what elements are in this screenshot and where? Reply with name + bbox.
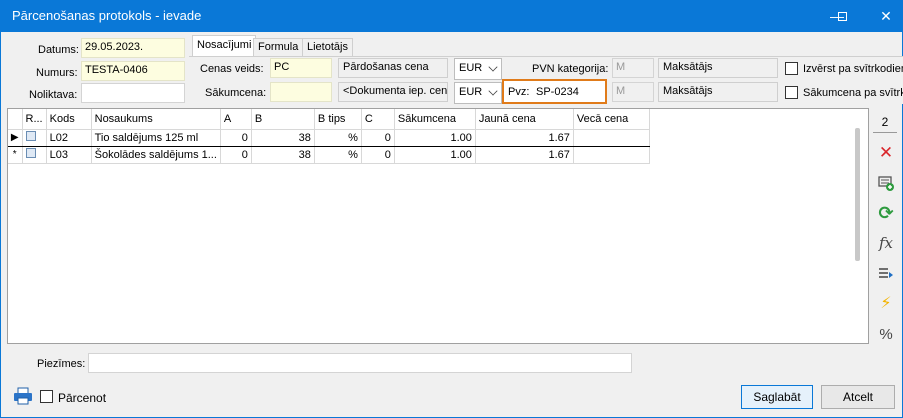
cell-a[interactable]: 0: [220, 128, 252, 147]
cell-name[interactable]: Šokolādes saldējums 1...: [91, 146, 221, 164]
cell-old-price[interactable]: [573, 128, 650, 147]
col-header-b-tips[interactable]: B tips: [314, 109, 362, 130]
vat-category-label: PVN kategorija:: [532, 63, 609, 75]
cell-b[interactable]: 38: [251, 146, 315, 164]
close-button[interactable]: ✕: [864, 0, 903, 32]
tab-lietotajs[interactable]: Lietotājs: [302, 38, 353, 57]
row-count: 2: [873, 115, 897, 133]
reprice-label: Pārcenot: [58, 391, 107, 405]
col-header-c[interactable]: C: [361, 109, 395, 130]
price-type-label: Cenas veids:: [200, 63, 264, 75]
reprice-checkbox[interactable]: [40, 390, 53, 403]
cell-code[interactable]: L02: [46, 128, 92, 147]
pvz-value[interactable]: SP-0234: [536, 86, 579, 98]
cell-b-type[interactable]: %: [314, 146, 362, 164]
col-header-a[interactable]: A: [220, 109, 252, 130]
cell-c[interactable]: 0: [361, 146, 395, 164]
cell-new-price[interactable]: 1.67: [475, 128, 574, 147]
cancel-button[interactable]: Atcelt: [821, 385, 895, 409]
add-document-icon[interactable]: [874, 172, 898, 194]
col-header-sakumcena[interactable]: Sākumcena: [394, 109, 476, 130]
pvz-label: Pvz:: [508, 86, 530, 98]
row-item-icon: [22, 128, 47, 147]
cell-b[interactable]: 38: [251, 128, 315, 147]
refresh-icon[interactable]: ⟳: [874, 202, 898, 224]
price-type-description: Pārdošanas cena: [338, 58, 448, 78]
cell-start-price[interactable]: 1.00: [394, 146, 476, 164]
delete-icon[interactable]: ✕: [874, 142, 898, 164]
window-title: Pārcenošanas protokols - ievade: [12, 8, 202, 23]
payer-1: Maksātājs: [658, 58, 778, 78]
maximize-button[interactable]: [820, 0, 864, 32]
number-label: Numurs:: [36, 67, 78, 79]
row-indicator: *: [8, 146, 23, 164]
start-price-barcode-checkbox[interactable]: [785, 86, 798, 99]
cell-start-price[interactable]: 1.00: [394, 128, 476, 147]
payer-2: Maksātājs: [658, 82, 778, 102]
start-price-label: Sākumcena:: [205, 87, 267, 99]
expand-barcode-checkbox[interactable]: [785, 62, 798, 75]
col-header-nosaukums[interactable]: Nosaukums: [91, 109, 221, 130]
print-icon[interactable]: [12, 385, 34, 407]
notes-label: Piezīmes:: [37, 358, 86, 370]
cell-old-price[interactable]: [573, 146, 650, 164]
start-price-field[interactable]: [270, 82, 332, 102]
items-grid: R... Kods Nosaukums A B B tips C Sākumce…: [7, 108, 869, 344]
cell-name[interactable]: Tio saldējums 125 ml: [91, 128, 221, 147]
currency-2-value: EUR: [459, 86, 483, 98]
list-settings-icon[interactable]: [874, 263, 898, 285]
formula-icon[interactable]: fx: [874, 232, 898, 254]
tab-formula[interactable]: Formula: [253, 38, 304, 57]
col-header-jauna-cena[interactable]: Jaunā cena: [475, 109, 574, 130]
cell-code[interactable]: L03: [46, 146, 92, 164]
title-bar: Pārcenošanas protokols - ievade — ✕: [0, 0, 903, 32]
col-header-r[interactable]: R...: [22, 109, 47, 130]
cell-b-type[interactable]: %: [314, 128, 362, 147]
date-field[interactable]: 29.05.2023.: [81, 38, 185, 58]
start-price-barcode-label: Sākumcena pa svītrkodiem: [803, 87, 903, 99]
cell-a[interactable]: 0: [220, 146, 252, 164]
grid-scrollbar[interactable]: [855, 128, 860, 261]
warehouse-label: Noliktava:: [29, 89, 78, 101]
price-type-field[interactable]: PC: [270, 58, 332, 78]
col-header-kods[interactable]: Kods: [46, 109, 92, 130]
row-indicator: ▶: [8, 128, 23, 147]
vat-code-1[interactable]: M: [612, 58, 654, 78]
row-item-icon: [22, 146, 47, 164]
vat-code-2[interactable]: M: [612, 82, 654, 102]
percent-icon[interactable]: %: [874, 323, 898, 345]
notes-field[interactable]: [88, 353, 632, 373]
chevron-down-icon: [488, 86, 498, 96]
lightning-icon[interactable]: ⚡: [874, 292, 898, 314]
grid-corner: [8, 109, 23, 130]
tab-nosacijumi[interactable]: Nosacījumi: [192, 35, 257, 58]
save-button[interactable]: Saglabāt: [741, 385, 813, 409]
col-header-b[interactable]: B: [251, 109, 315, 130]
chevron-down-icon: [488, 62, 498, 72]
table-row[interactable]: ▶ L02 Tio saldējums 125 ml 0 38 % 0 1.00…: [8, 128, 650, 147]
grid-header-row: R... Kods Nosaukums A B B tips C Sākumce…: [8, 109, 650, 130]
currency-select-2[interactable]: EUR: [454, 82, 502, 104]
col-header-veca-cena[interactable]: Vecā cena: [573, 109, 650, 130]
currency-1-value: EUR: [459, 62, 483, 74]
expand-barcode-label: Izvērst pa svītrkodiem: [803, 63, 903, 75]
currency-select-1[interactable]: EUR: [454, 58, 502, 80]
warehouse-field[interactable]: [81, 83, 185, 103]
table-row[interactable]: * L03 Šokolādes saldējums 1... 0 38 % 0 …: [8, 146, 650, 164]
start-price-description: <Dokumenta iep. cena>: [338, 82, 448, 102]
date-label: Datums:: [38, 44, 79, 56]
number-field[interactable]: TESTA-0406: [81, 61, 185, 81]
cell-c[interactable]: 0: [361, 128, 395, 147]
cell-new-price[interactable]: 1.67: [475, 146, 574, 164]
